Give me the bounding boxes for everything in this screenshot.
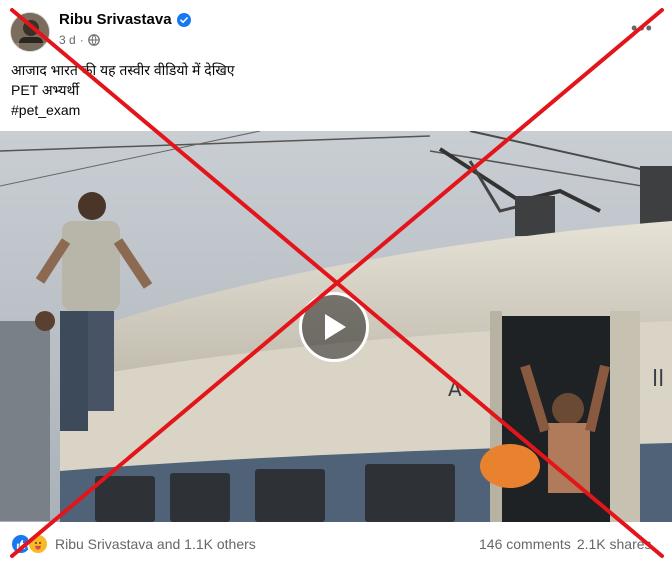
caption-line: PET अभ्यर्थी	[11, 82, 80, 98]
post-caption: आजाद भारत की यह तस्वीर वीडियो में देखिए …	[11, 60, 235, 120]
globe-icon[interactable]	[87, 34, 100, 46]
avatar-image	[11, 13, 49, 51]
caption-line: आजाद भारत की यह तस्वीर वीडियो में देखिए	[11, 62, 235, 78]
verified-badge-icon	[176, 12, 191, 27]
care-icon	[27, 533, 49, 555]
engagement-counts: 146 comments 2.1K shares	[479, 536, 652, 552]
avatar[interactable]	[10, 12, 50, 52]
timestamp[interactable]: 3 d	[59, 33, 76, 47]
play-triangle-icon	[325, 314, 346, 340]
more-options-icon[interactable]: •••	[626, 18, 658, 38]
shares-count[interactable]: 2.1K shares	[577, 536, 652, 552]
post-meta: 3 d ·	[59, 33, 100, 47]
meta-separator: ·	[79, 33, 84, 47]
author-name-text[interactable]: Ribu Srivastava	[59, 11, 172, 28]
author-name[interactable]: Ribu Srivastava	[59, 11, 191, 28]
reaction-icons[interactable]	[10, 533, 49, 555]
comments-count[interactable]: 146 comments	[479, 536, 571, 552]
reactions-summary[interactable]: Ribu Srivastava and 1.1K others	[55, 536, 256, 552]
play-icon[interactable]	[299, 292, 369, 362]
hashtag-link[interactable]: #pet_exam	[11, 100, 235, 120]
svg-text:A: A	[448, 377, 462, 401]
facebook-post: Ribu Srivastava 3 d · ••• आजाद भारत की य…	[0, 0, 672, 567]
svg-text:ll: ll	[652, 367, 664, 392]
